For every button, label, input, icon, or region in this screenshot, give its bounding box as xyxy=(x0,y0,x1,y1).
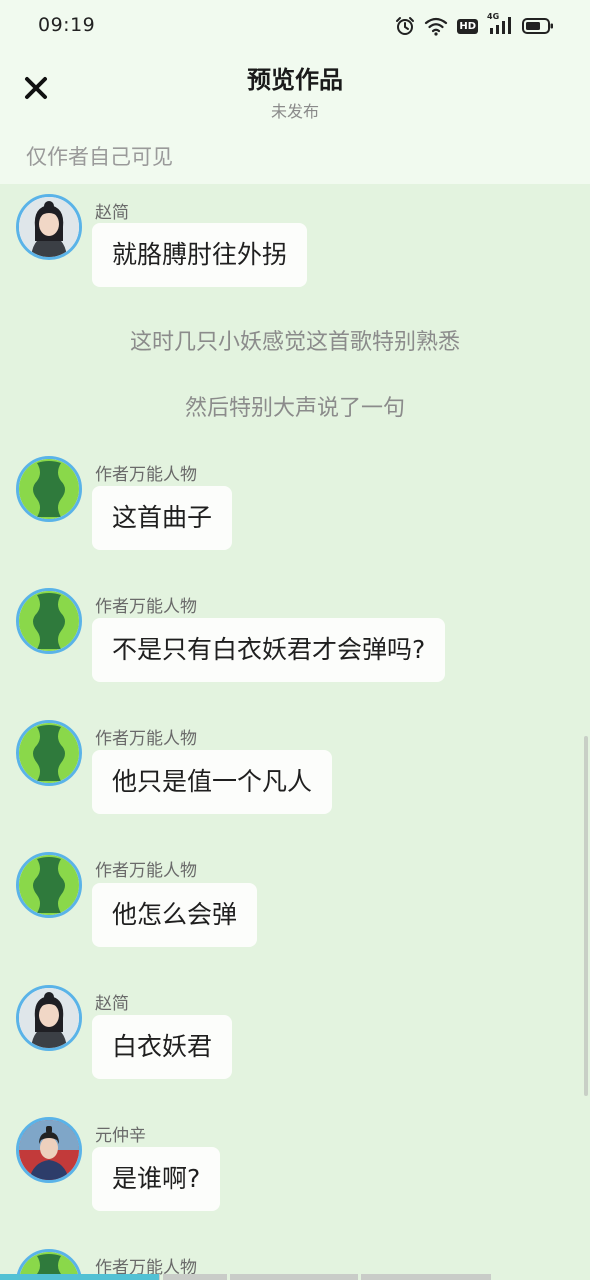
status-bar: 09:19 HD 4G xyxy=(0,0,590,52)
sender-name: 赵简 xyxy=(95,203,129,223)
battery-icon xyxy=(522,17,554,35)
page-subtitle: 未发布 xyxy=(270,102,319,121)
story-progress-fill xyxy=(0,1274,159,1280)
sender-name: 元仲辛 xyxy=(95,1126,146,1146)
avatar[interactable] xyxy=(16,456,82,522)
avatar[interactable] xyxy=(16,194,82,260)
message-bubble[interactable]: 这首曲子 xyxy=(92,486,233,550)
scrollbar-thumb[interactable] xyxy=(584,736,588,1096)
avatar[interactable] xyxy=(16,1117,82,1183)
message-bubble[interactable]: 白衣妖君 xyxy=(92,1015,233,1079)
wifi-icon xyxy=(424,16,448,36)
status-time: 09:19 xyxy=(38,14,96,36)
progress-segment xyxy=(163,1274,227,1280)
narration-text: 这时几只小妖感觉这首歌特别熟悉 xyxy=(129,330,460,355)
alarm-icon xyxy=(395,16,415,36)
cellular-signal-icon: 4G xyxy=(487,12,513,36)
page-title: 预览作品 xyxy=(247,66,343,94)
sender-name: 作者万能人物 xyxy=(95,465,197,485)
hd-badge: HD xyxy=(457,18,478,34)
avatar[interactable] xyxy=(16,588,82,654)
avatar[interactable] xyxy=(16,720,82,786)
message-bubble[interactable]: 是谁啊? xyxy=(92,1147,221,1211)
header: 预览作品 未发布 xyxy=(0,52,590,132)
avatar[interactable] xyxy=(16,852,82,918)
message-bubble[interactable]: 他怎么会弹 xyxy=(92,883,258,947)
progress-segment xyxy=(230,1274,358,1280)
avatar[interactable] xyxy=(16,985,82,1051)
message-bubble[interactable]: 他只是值一个凡人 xyxy=(92,750,333,814)
sender-name: 作者万能人物 xyxy=(95,861,197,881)
chat-area[interactable]: 赵简 就胳膊肘往外拐 这时几只小妖感觉这首歌特别熟悉 然后特别大声说了一句 作者万能人物… xyxy=(0,184,590,1280)
message-bubble[interactable]: 就胳膊肘往外拐 xyxy=(92,223,308,287)
sender-name: 作者万能人物 xyxy=(95,597,197,617)
sender-name: 作者万能人物 xyxy=(95,729,197,749)
progress-segment xyxy=(361,1274,491,1280)
narration-text: 然后特别大声说了一句 xyxy=(184,396,405,421)
visibility-note: 仅作者自己可见 xyxy=(26,145,173,169)
message-bubble[interactable]: 不是只有白衣妖君才会弹吗? xyxy=(92,618,446,682)
sender-name: 赵简 xyxy=(95,994,129,1014)
status-icons: HD 4G xyxy=(395,12,554,38)
